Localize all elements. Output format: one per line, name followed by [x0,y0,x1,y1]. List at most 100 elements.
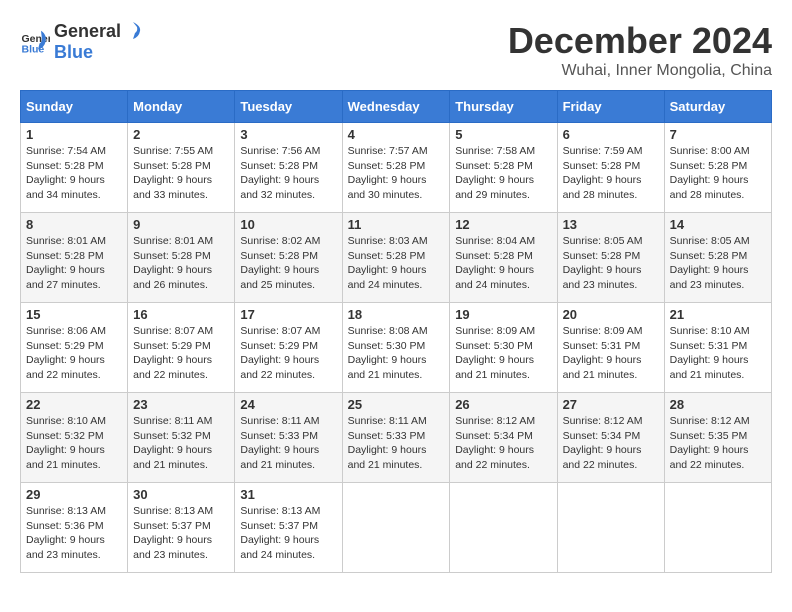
day-info: Sunrise: 8:01 AM Sunset: 5:28 PM Dayligh… [26,234,122,293]
sunset-text: Sunset: 5:28 PM [563,160,641,172]
daylight-text: Daylight: 9 hours and 22 minutes. [455,444,534,471]
day-number: 15 [26,307,122,322]
day-number: 6 [563,127,659,142]
sunrise-text: Sunrise: 8:13 AM [26,505,106,517]
sunset-text: Sunset: 5:34 PM [455,430,533,442]
table-row: 28 Sunrise: 8:12 AM Sunset: 5:35 PM Dayl… [664,393,771,483]
sunrise-text: Sunrise: 8:00 AM [670,145,750,157]
sunrise-text: Sunrise: 8:11 AM [133,415,212,427]
day-info: Sunrise: 7:58 AM Sunset: 5:28 PM Dayligh… [455,144,551,203]
day-number: 29 [26,487,122,502]
sunset-text: Sunset: 5:28 PM [240,160,318,172]
sunset-text: Sunset: 5:29 PM [133,340,211,352]
sunset-text: Sunset: 5:28 PM [455,250,533,262]
table-row: 25 Sunrise: 8:11 AM Sunset: 5:33 PM Dayl… [342,393,450,483]
daylight-text: Daylight: 9 hours and 23 minutes. [563,264,642,291]
day-info: Sunrise: 8:05 AM Sunset: 5:28 PM Dayligh… [563,234,659,293]
sunset-text: Sunset: 5:28 PM [26,250,104,262]
sunrise-text: Sunrise: 8:08 AM [348,325,428,337]
table-row: 27 Sunrise: 8:12 AM Sunset: 5:34 PM Dayl… [557,393,664,483]
day-info: Sunrise: 8:13 AM Sunset: 5:37 PM Dayligh… [133,504,229,563]
day-info: Sunrise: 8:01 AM Sunset: 5:28 PM Dayligh… [133,234,229,293]
day-number: 27 [563,397,659,412]
daylight-text: Daylight: 9 hours and 22 minutes. [563,444,642,471]
daylight-text: Daylight: 9 hours and 21 minutes. [455,354,534,381]
daylight-text: Daylight: 9 hours and 24 minutes. [348,264,427,291]
table-row: 18 Sunrise: 8:08 AM Sunset: 5:30 PM Dayl… [342,303,450,393]
day-number: 1 [26,127,122,142]
sunset-text: Sunset: 5:33 PM [240,430,318,442]
sunset-text: Sunset: 5:34 PM [563,430,641,442]
table-row: 20 Sunrise: 8:09 AM Sunset: 5:31 PM Dayl… [557,303,664,393]
daylight-text: Daylight: 9 hours and 23 minutes. [670,264,749,291]
table-row: 6 Sunrise: 7:59 AM Sunset: 5:28 PM Dayli… [557,123,664,213]
sunrise-text: Sunrise: 8:11 AM [348,415,427,427]
week-row-2: 8 Sunrise: 8:01 AM Sunset: 5:28 PM Dayli… [21,213,772,303]
daylight-text: Daylight: 9 hours and 24 minutes. [240,534,319,561]
day-info: Sunrise: 7:56 AM Sunset: 5:28 PM Dayligh… [240,144,336,203]
day-info: Sunrise: 8:05 AM Sunset: 5:28 PM Dayligh… [670,234,766,293]
table-row: 5 Sunrise: 7:58 AM Sunset: 5:28 PM Dayli… [450,123,557,213]
table-row: 24 Sunrise: 8:11 AM Sunset: 5:33 PM Dayl… [235,393,342,483]
day-info: Sunrise: 8:11 AM Sunset: 5:32 PM Dayligh… [133,414,229,473]
week-row-4: 22 Sunrise: 8:10 AM Sunset: 5:32 PM Dayl… [21,393,772,483]
day-number: 21 [670,307,766,322]
day-number: 13 [563,217,659,232]
table-row: 2 Sunrise: 7:55 AM Sunset: 5:28 PM Dayli… [128,123,235,213]
daylight-text: Daylight: 9 hours and 27 minutes. [26,264,105,291]
sunset-text: Sunset: 5:29 PM [26,340,104,352]
day-info: Sunrise: 8:02 AM Sunset: 5:28 PM Dayligh… [240,234,336,293]
day-number: 8 [26,217,122,232]
table-row: 10 Sunrise: 8:02 AM Sunset: 5:28 PM Dayl… [235,213,342,303]
week-row-1: 1 Sunrise: 7:54 AM Sunset: 5:28 PM Dayli… [21,123,772,213]
sunrise-text: Sunrise: 8:07 AM [240,325,320,337]
sunset-text: Sunset: 5:32 PM [26,430,104,442]
header: General Blue General Blue December 2024 … [20,20,772,80]
logo-chevron-icon [123,20,145,42]
header-tuesday: Tuesday [235,91,342,123]
daylight-text: Daylight: 9 hours and 21 minutes. [348,354,427,381]
sunrise-text: Sunrise: 8:12 AM [455,415,535,427]
day-info: Sunrise: 8:07 AM Sunset: 5:29 PM Dayligh… [240,324,336,383]
daylight-text: Daylight: 9 hours and 21 minutes. [670,354,749,381]
day-number: 30 [133,487,229,502]
day-number: 5 [455,127,551,142]
table-row: 21 Sunrise: 8:10 AM Sunset: 5:31 PM Dayl… [664,303,771,393]
table-row: 26 Sunrise: 8:12 AM Sunset: 5:34 PM Dayl… [450,393,557,483]
sunset-text: Sunset: 5:33 PM [348,430,426,442]
day-info: Sunrise: 7:55 AM Sunset: 5:28 PM Dayligh… [133,144,229,203]
daylight-text: Daylight: 9 hours and 21 minutes. [240,444,319,471]
table-row: 22 Sunrise: 8:10 AM Sunset: 5:32 PM Dayl… [21,393,128,483]
header-thursday: Thursday [450,91,557,123]
sunset-text: Sunset: 5:28 PM [348,250,426,262]
day-number: 12 [455,217,551,232]
sunset-text: Sunset: 5:35 PM [670,430,748,442]
daylight-text: Daylight: 9 hours and 23 minutes. [26,534,105,561]
daylight-text: Daylight: 9 hours and 29 minutes. [455,174,534,201]
table-row: 16 Sunrise: 8:07 AM Sunset: 5:29 PM Dayl… [128,303,235,393]
title-area: December 2024 Wuhai, Inner Mongolia, Chi… [508,20,772,80]
table-row: 17 Sunrise: 8:07 AM Sunset: 5:29 PM Dayl… [235,303,342,393]
sunrise-text: Sunrise: 8:03 AM [348,235,428,247]
day-info: Sunrise: 8:08 AM Sunset: 5:30 PM Dayligh… [348,324,445,383]
week-row-5: 29 Sunrise: 8:13 AM Sunset: 5:36 PM Dayl… [21,483,772,573]
table-row: 9 Sunrise: 8:01 AM Sunset: 5:28 PM Dayli… [128,213,235,303]
day-number: 25 [348,397,445,412]
day-number: 14 [670,217,766,232]
sunset-text: Sunset: 5:30 PM [348,340,426,352]
day-info: Sunrise: 8:12 AM Sunset: 5:35 PM Dayligh… [670,414,766,473]
header-monday: Monday [128,91,235,123]
day-info: Sunrise: 8:11 AM Sunset: 5:33 PM Dayligh… [240,414,336,473]
header-friday: Friday [557,91,664,123]
day-number: 9 [133,217,229,232]
day-info: Sunrise: 8:07 AM Sunset: 5:29 PM Dayligh… [133,324,229,383]
daylight-text: Daylight: 9 hours and 21 minutes. [348,444,427,471]
table-row: 11 Sunrise: 8:03 AM Sunset: 5:28 PM Dayl… [342,213,450,303]
sunrise-text: Sunrise: 8:05 AM [563,235,643,247]
daylight-text: Daylight: 9 hours and 23 minutes. [133,534,212,561]
sunset-text: Sunset: 5:28 PM [670,160,748,172]
sunset-text: Sunset: 5:28 PM [26,160,104,172]
month-title: December 2024 [508,20,772,62]
day-number: 11 [348,217,445,232]
daylight-text: Daylight: 9 hours and 22 minutes. [133,354,212,381]
